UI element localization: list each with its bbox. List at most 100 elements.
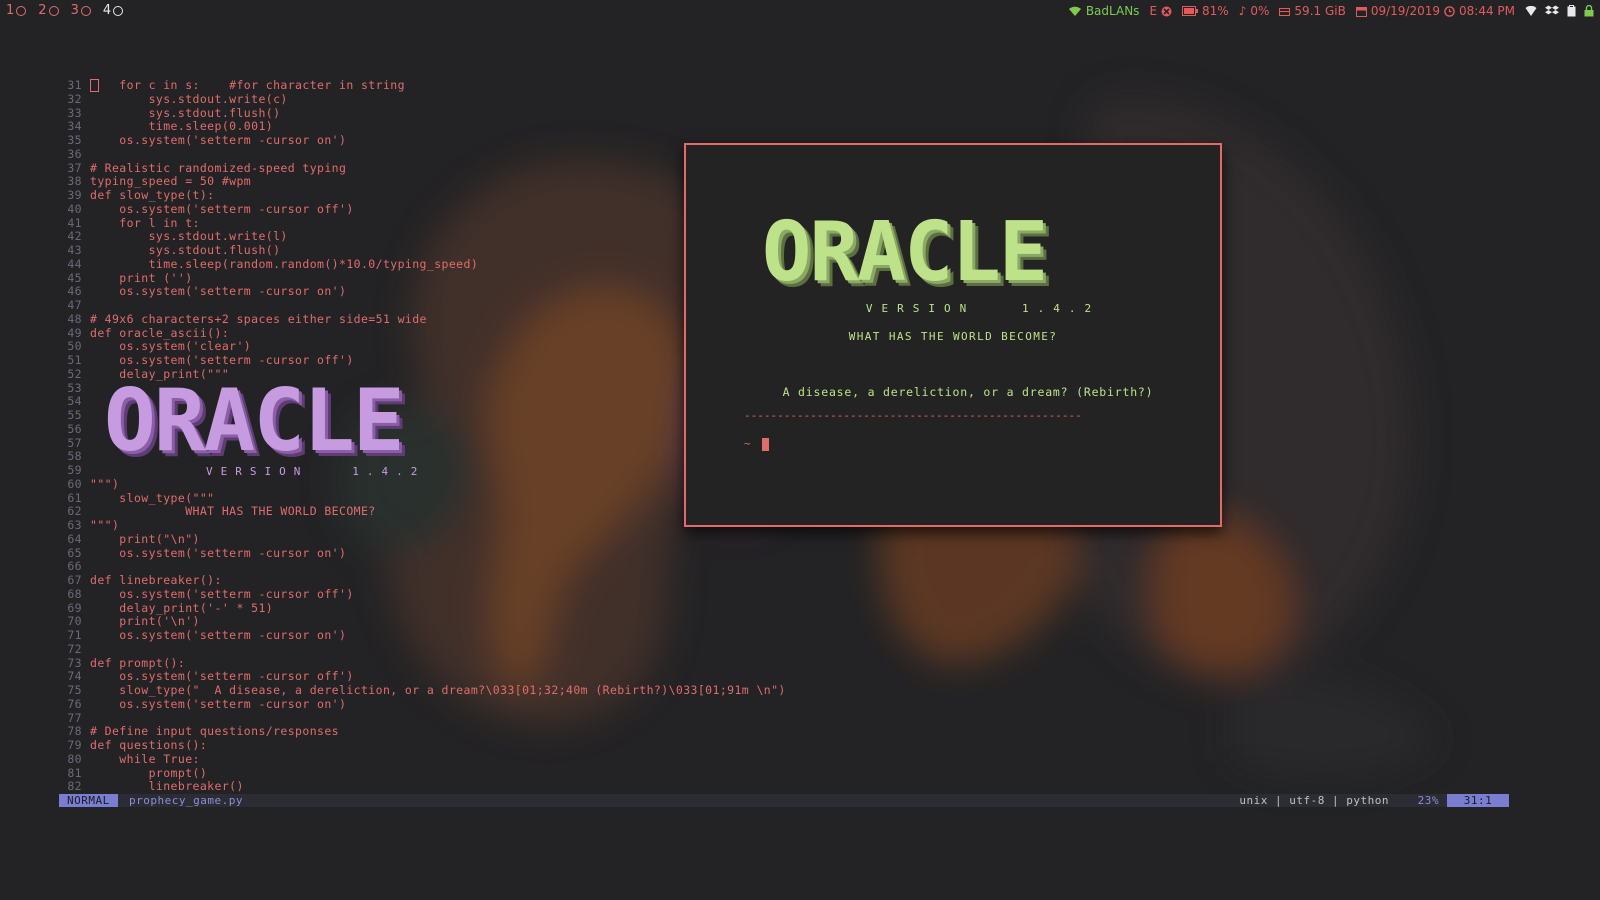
code-line[interactable]: 65 os.system('setterm -cursor on') — [60, 546, 346, 560]
terminal-rebirth-text: (Rebirth?) — [1076, 385, 1154, 399]
code-line[interactable]: 40 os.system('setterm -cursor off') — [60, 202, 354, 216]
code-line[interactable]: 54 — [60, 394, 90, 408]
date-status[interactable]: 09/19/2019 08:44 PM — [1355, 0, 1515, 22]
code-line[interactable]: 61 slow_type(""" — [60, 491, 215, 505]
terminal-prompt-symbol: ~ — [744, 437, 751, 450]
code-line[interactable]: 81 prompt() — [60, 766, 207, 780]
code-line[interactable]: 78 # Define input questions/responses — [60, 724, 339, 738]
code-line[interactable]: 44 time.sleep(random.random()*10.0/typin… — [60, 257, 478, 271]
lock-tray-icon[interactable] — [1584, 5, 1594, 17]
dropbox-tray-icon[interactable] — [1545, 5, 1559, 17]
code-text: def prompt(): — [90, 655, 186, 670]
line-number: 71 — [67, 628, 82, 642]
code-line[interactable]: 82 linebreaker() — [60, 779, 244, 793]
code-line[interactable]: 47 — [60, 298, 90, 312]
line-number: 78 — [67, 724, 82, 739]
code-line[interactable]: 62 WHAT HAS THE WORLD BECOME? — [60, 504, 376, 518]
code-line[interactable]: 31 for c in s: #for character in string — [60, 78, 405, 92]
code-line[interactable]: 55 — [60, 408, 90, 422]
ascii-art-title: ORACLE — [104, 371, 405, 471]
disk-status[interactable]: 59.1 GiB — [1279, 0, 1346, 22]
code-line[interactable]: 66 — [60, 559, 90, 573]
wifi-status[interactable]: BadLANs — [1068, 0, 1139, 22]
battery-status[interactable]: 81% — [1182, 0, 1229, 22]
code-line[interactable]: 41 for l in t: — [60, 216, 200, 230]
workspace-number: 1 — [6, 3, 15, 18]
code-line[interactable]: 74 os.system('setterm -cursor off') — [60, 669, 354, 683]
clipboard-tray-icon[interactable] — [1567, 5, 1576, 17]
code-text: os.system('setterm -cursor on') — [90, 628, 347, 642]
code-line[interactable]: 73 def prompt(): — [60, 656, 185, 670]
code-line[interactable]: 59 — [60, 463, 90, 477]
code-line[interactable]: 34 time.sleep(0.001) — [60, 119, 273, 133]
line-number: 72 — [67, 641, 82, 656]
code-line[interactable]: 58 — [60, 449, 90, 463]
line-number: 82 — [67, 779, 82, 794]
code-text: slow_type(""" — [90, 490, 215, 505]
terminal-window[interactable]: ORACLE VERSION 1.4.2 WHAT HAS THE WORLD … — [684, 143, 1222, 527]
code-text: print('\n') — [90, 614, 200, 629]
code-line[interactable]: 57 — [60, 436, 90, 450]
workspace-3[interactable]: 3 — [71, 0, 91, 22]
code-line[interactable]: 36 — [60, 147, 90, 161]
code-line[interactable]: 75 slow_type(" A disease, a dereliction,… — [60, 683, 786, 697]
code-text: delay_print('-' * 51) — [90, 600, 274, 615]
workspace-1[interactable]: 1 — [6, 0, 27, 22]
code-line[interactable]: 79 def questions(): — [60, 738, 207, 752]
system-tray — [1525, 5, 1594, 17]
line-number: 63 — [67, 518, 82, 532]
code-line[interactable]: 56 — [60, 422, 90, 436]
code-line[interactable]: 38 typing_speed = 50 #wpm — [60, 174, 251, 188]
workspace-4[interactable]: 4 — [103, 0, 124, 22]
code-text: # 49x6 characters+2 spaces either side=5… — [90, 311, 427, 326]
code-line[interactable]: 48 # 49x6 characters+2 spaces either side… — [60, 312, 427, 326]
code-line[interactable]: 35 os.system('setterm -cursor on') — [60, 133, 346, 147]
vim-scroll-percent: 23% — [1417, 794, 1439, 807]
line-number: 31 — [67, 78, 82, 92]
terminal-prompt-text: A disease, a dereliction, or a dream? — [782, 385, 1069, 399]
code-text: for c in s: #for character in string — [90, 78, 405, 92]
ethernet-status[interactable]: E — [1149, 0, 1172, 22]
code-line[interactable]: 76 os.system('setterm -cursor on') — [60, 697, 346, 711]
line-number: 38 — [67, 174, 82, 189]
volume-status[interactable]: ♪ 0% — [1239, 0, 1270, 22]
code-line[interactable]: 64 print("\n") — [60, 532, 200, 546]
code-text: sys.stdout.flush() — [90, 243, 281, 257]
code-line[interactable]: 77 — [60, 711, 90, 725]
code-line[interactable]: 80 while True: — [60, 752, 200, 766]
code-line[interactable]: 42 sys.stdout.write(l) — [60, 229, 288, 243]
line-number: 54 — [67, 394, 82, 409]
battery-icon — [1182, 6, 1199, 16]
clock-icon — [1444, 5, 1455, 17]
code-line[interactable]: 71 os.system('setterm -cursor on') — [60, 628, 346, 642]
code-line[interactable]: 43 sys.stdout.flush() — [60, 243, 280, 257]
code-line[interactable]: 33 sys.stdout.flush() — [60, 106, 280, 120]
code-line[interactable]: 70 print('\n') — [60, 614, 200, 628]
code-line[interactable]: 39 def slow_type(t): — [60, 188, 215, 202]
code-line[interactable]: 72 — [60, 642, 90, 656]
line-number: 49 — [67, 325, 82, 340]
code-line[interactable]: 50 os.system('clear') — [60, 339, 251, 353]
code-line[interactable]: 46 os.system('setterm -cursor on') — [60, 284, 346, 298]
code-line[interactable]: 68 os.system('setterm -cursor off') — [60, 587, 354, 601]
code-line[interactable]: 53 — [60, 381, 90, 395]
code-text: def questions(): — [90, 738, 208, 752]
line-number: 32 — [67, 91, 82, 106]
code-line[interactable]: 49 def oracle_ascii(): — [60, 326, 229, 340]
code-line[interactable]: 60 """) — [60, 477, 119, 491]
line-number: 58 — [67, 449, 82, 464]
code-line[interactable]: 69 delay_print('-' * 51) — [60, 601, 273, 615]
code-line[interactable]: 45 print ('') — [60, 271, 193, 285]
code-line[interactable]: 67 def linebreaker(): — [60, 573, 222, 587]
calendar-icon — [1355, 6, 1367, 17]
terminal-question: WHAT HAS THE WORLD BECOME? — [848, 330, 1058, 343]
code-line[interactable]: 63 """) — [60, 518, 119, 532]
code-text: sys.stdout.flush() — [90, 105, 281, 120]
workspace-2[interactable]: 2 — [38, 0, 59, 22]
network-tray-icon[interactable] — [1525, 5, 1537, 17]
code-line[interactable]: 51 os.system('setterm -cursor off') — [60, 353, 354, 367]
code-line[interactable]: 32 sys.stdout.write(c) — [60, 92, 288, 106]
code-line[interactable]: 37 # Realistic randomized-speed typing — [60, 161, 346, 175]
code-text: os.system('setterm -cursor on') — [90, 545, 347, 560]
terminal-cursor[interactable] — [762, 438, 769, 451]
